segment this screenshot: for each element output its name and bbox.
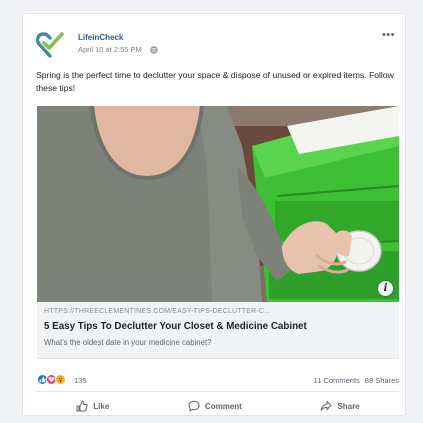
engagement-counts: 11 Comments 88 Shares (314, 376, 399, 385)
wow-reaction-icon (55, 374, 66, 385)
reaction-icons[interactable] (37, 374, 66, 385)
like-button[interactable]: Like (66, 397, 119, 415)
post-photo-illustration (37, 106, 399, 302)
link-description: What's the oldest date in your medicine … (44, 338, 212, 347)
share-arrow-icon (321, 401, 332, 411)
info-icon[interactable]: i (378, 281, 393, 296)
share-button[interactable]: Share (310, 397, 369, 415)
post-actions: Like Comment Share (37, 395, 399, 415)
like-label: Like (93, 401, 110, 411)
comment-button[interactable]: Comment (178, 397, 252, 415)
comment-bubble-icon (188, 400, 200, 412)
reactions-bar: 135 11 Comments 88 Shares (37, 372, 399, 388)
post-caption: Spring is the perfect time to declutter … (36, 70, 394, 93)
heart-check-logo-icon[interactable] (35, 29, 65, 59)
more-options-icon[interactable]: ••• (382, 30, 395, 41)
share-count[interactable]: 88 Shares (365, 376, 399, 385)
meta-separator: · (144, 45, 148, 54)
post-image[interactable]: i (37, 106, 399, 302)
post-meta: April 10 at 2:55 PM · (78, 45, 158, 54)
post-timestamp[interactable]: April 10 at 2:55 PM (78, 45, 142, 54)
comment-count[interactable]: 11 Comments (314, 376, 360, 385)
post-header: LifeinCheck April 10 at 2:55 PM · ••• (23, 14, 405, 64)
post-card: LifeinCheck April 10 at 2:55 PM · ••• Sp… (22, 13, 406, 416)
link-preview[interactable]: HTTPS://THREECLEMENTINES.COM/EASY-TIPS-D… (37, 302, 399, 359)
link-domain: HTTPS://THREECLEMENTINES.COM/EASY-TIPS-D… (44, 308, 271, 315)
share-label: Share (337, 401, 360, 411)
globe-icon (150, 45, 158, 54)
page-name-link[interactable]: LifeinCheck (78, 33, 123, 42)
thumbs-up-icon (76, 400, 88, 412)
actions-divider (37, 391, 399, 392)
link-title[interactable]: 5 Easy Tips To Declutter Your Closet & M… (44, 321, 307, 332)
comment-label: Comment (204, 401, 242, 411)
reaction-count[interactable]: 135 (74, 376, 87, 385)
